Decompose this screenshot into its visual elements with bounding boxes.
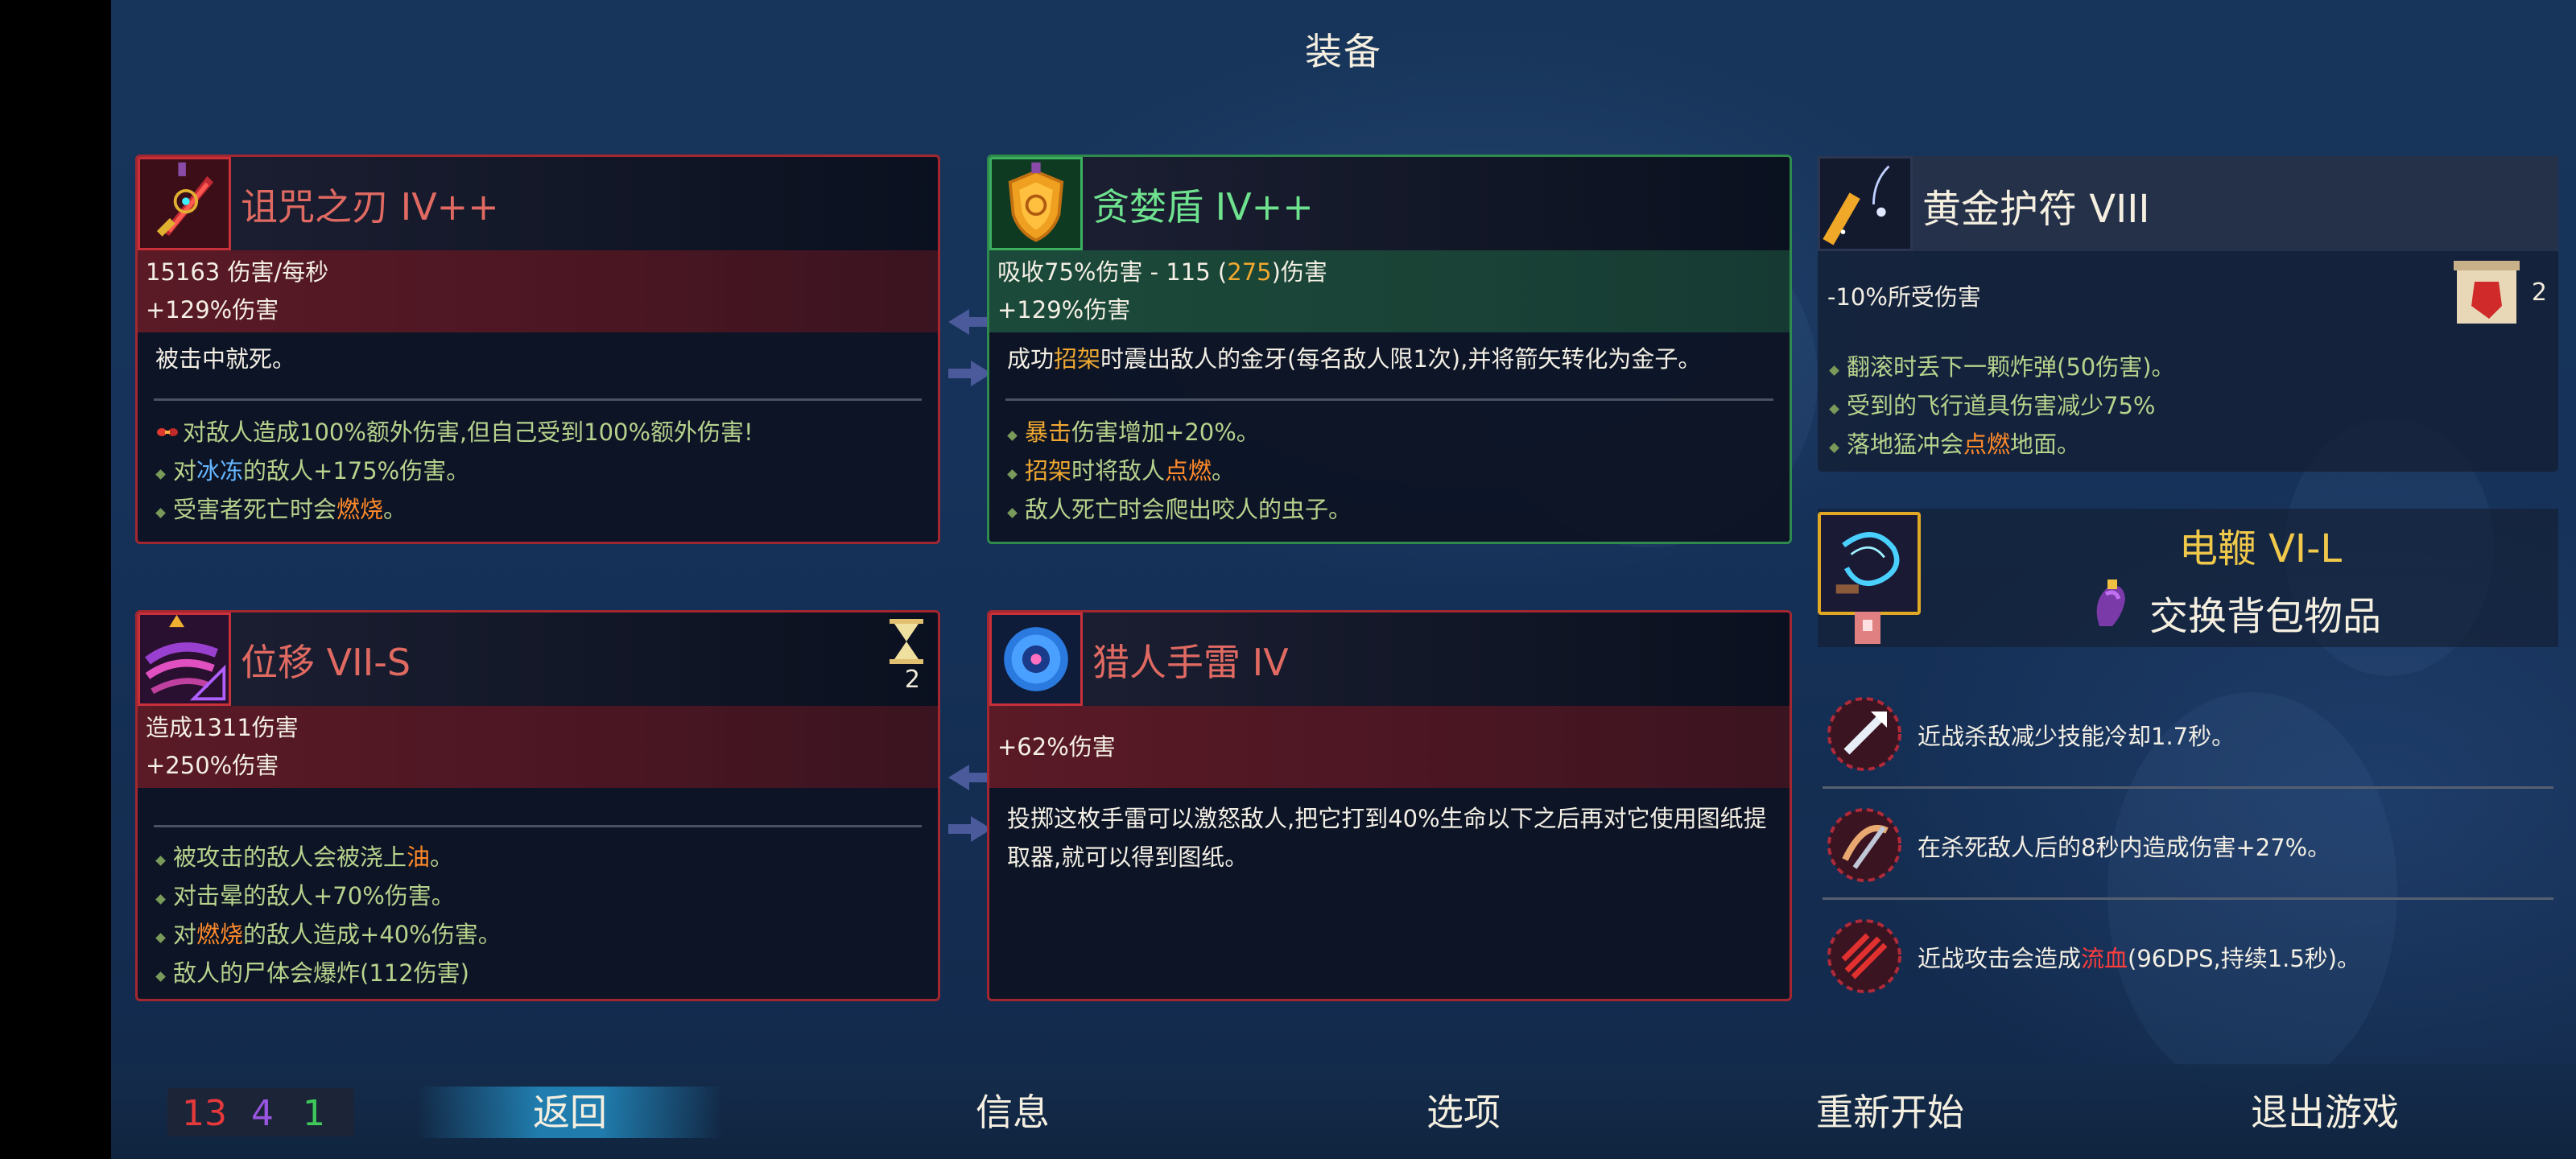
damage-bonus-stat: +250%伤害 [146,752,279,779]
divider [1823,897,2553,900]
affix-item: 敌人的尸体会爆炸(112伤害) [155,954,930,992]
cursed-icon [157,428,178,436]
hunter-grenade-icon [989,612,1083,706]
mutation-cooldown-icon [1827,697,1901,771]
divider [1005,398,1773,401]
gold-amulet-icon [1818,156,1913,251]
backpack-item-name: 电鞭 VI-L [2178,526,2343,571]
survival-count: 1 [303,1093,325,1134]
affix-item: 对击晕的敌人+70%伤害。 [155,876,930,915]
weapon-stats: 15163 伤害/每秒 +129%伤害 [138,250,938,332]
scroll-count: 2 [2531,278,2547,307]
backpack-slot[interactable]: 电鞭 VI-L 交换背包物品 [1818,509,2558,647]
affix-list: 被攻击的敌人会被浇上油。 对击晕的敌人+70%伤害。 对燃烧的敌人造成+40%伤… [155,838,930,992]
backpack-key-icon [1855,612,1880,644]
weapon-stats: 吸收75%伤害 - 115 (275)伤害 +129%伤害 [989,250,1790,332]
affix-item: 对燃烧的敌人造成+40%伤害。 [155,915,930,954]
weapon-card-cursed-sword[interactable]: 诅咒之刃 IV++ 15163 伤害/每秒 +129%伤害 被击中就死。 对敌人… [135,155,940,544]
amulet-name: 黄金护符 VIII [1922,187,2150,232]
mutation-row[interactable]: 近战攻击会造成流血(96DPS,持续1.5秒)。 [1818,903,2558,1011]
affix-list: 翻滚时丢下一颗炸弹(50伤害)。 受到的飞行道具伤害减少75% 落地猛冲会点燃地… [1829,348,2175,464]
affix-item: 对冰冻的敌人+175%伤害。 [155,452,930,490]
mutation-text: 近战杀敌减少技能冷却1.7秒。 [1918,723,2235,750]
weapon-description: 成功招架时震出敌人的金牙(每名敌人限1次),并将箭矢转化为金子。 [1007,345,1702,373]
bottom-nav-bar: 13 4 1 返回 信息 选项 重新开始 退出游戏 [111,1064,2576,1159]
damage-bonus-stat: +62%伤害 [997,733,1116,761]
affix-item: 敌人死亡时会爬出咬人的虫子。 [1007,490,1781,529]
skill-card-shift[interactable]: 位移 VII-S 2 造成1311伤害 +250%伤害 被攻击的敌人会被浇上油。… [135,610,940,1001]
swap-backpack-label[interactable]: 交换背包物品 [2149,584,2381,641]
affix-item: 受害者死亡时会燃烧。 [155,490,930,529]
mutation-text: 在杀死敌人后的8秒内造成伤害+27%。 [1918,834,2331,861]
affix-list: 暴击伤害增加+20%。 招架时将敌人点燃。 敌人死亡时会爬出咬人的虫子。 [1007,413,1781,529]
quit-button[interactable]: 退出游戏 [2172,1087,2478,1138]
skill-name: 猎人手雷 IV [1092,641,1289,684]
mutation-text: 近战攻击会造成流血(96DPS,持续1.5秒)。 [1918,945,2361,972]
electric-whip-icon [1818,512,1921,615]
weapon-name: 诅咒之刃 IV++ [241,185,499,229]
page-title: 装备 [1305,30,1382,73]
tactics-count: 4 [251,1093,274,1134]
affix-list: 对敌人造成100%额外伤害,但自己受到100%额外伤害! 对冰冻的敌人+175%… [155,413,930,529]
skill-description: 投掷这枚手雷可以激怒敌人,把它打到40%生命以下之后再对它使用图纸提取器,就可以… [1007,805,1767,871]
damage-stat: 造成1311伤害 [146,714,299,741]
restart-button[interactable]: 重新开始 [1737,1087,2043,1138]
block-stat: 吸收75%伤害 - 115 (275)伤害 [997,258,1327,286]
cooldown-count: 2 [904,666,920,694]
hourglass-icon [890,619,923,664]
skill-stats: +62%伤害 [989,706,1790,788]
skill-card-hunter-grenade[interactable]: 猎人手雷 IV +62%伤害 投掷这枚手雷可以激怒敌人,把它打到40%生命以下之… [987,610,1792,1001]
back-button[interactable]: 返回 [417,1087,723,1138]
shift-skill-icon [138,612,231,706]
weapon-card-greed-shield[interactable]: 贪婪盾 IV++ 吸收75%伤害 - 115 (275)伤害 +129%伤害 成… [987,155,1792,544]
game-screen: 装备 诅咒之刃 IV++ 15163 伤害/每秒 +129%伤害 被击中就死。 [111,0,2576,1159]
power-scroll-icon [2454,261,2520,324]
affix-item: 暴击伤害增加+20%。 [1007,413,1781,452]
mutation-bleed-icon [1827,919,1901,993]
mutation-row[interactable]: 近战杀敌减少技能冷却1.7秒。 [1818,681,2558,789]
divider [1823,786,2553,789]
skill-name: 位移 VII-S [241,641,411,684]
options-button[interactable]: 选项 [1335,1087,1592,1138]
divider [154,825,922,827]
damage-bonus-stat: +129%伤害 [146,296,279,324]
affix-item: 受到的飞行道具伤害减少75% [1829,386,2175,425]
mutation-row[interactable]: 在杀死敌人后的8秒内造成伤害+27%。 [1818,792,2558,900]
affix-item: 招架时将敌人点燃。 [1007,452,1781,490]
brutality-count: 13 [182,1093,227,1134]
swap-backpack-icon [2096,580,2125,626]
greed-shield-icon [989,157,1083,250]
affix-item: 落地猛冲会点燃地面。 [1829,425,2175,464]
weapon-name: 贪婪盾 IV++ [1092,185,1314,229]
divider [154,398,922,401]
mutation-damage-icon [1827,808,1901,882]
affix-item: 被攻击的敌人会被浇上油。 [155,838,930,876]
affix-item: 翻滚时丢下一颗炸弹(50伤害)。 [1829,348,2175,386]
cursed-sword-icon [138,157,231,250]
amulet-stat: -10%所受伤害 [1827,283,1981,311]
weapon-description: 被击中就死。 [155,345,296,373]
dps-stat: 15163 伤害/每秒 [146,258,329,286]
scroll-stats: 13 4 1 [167,1088,354,1136]
damage-bonus-stat: +129%伤害 [997,296,1131,324]
amulet-card[interactable]: 黄金护符 VIII -10%所受伤害 2 翻滚时丢下一颗炸弹(50伤害)。 受到… [1818,156,2558,472]
affix-item: 对敌人造成100%额外伤害,但自己受到100%额外伤害! [155,413,930,452]
skill-stats: 造成1311伤害 +250%伤害 [138,706,938,788]
info-button[interactable]: 信息 [916,1087,1109,1138]
